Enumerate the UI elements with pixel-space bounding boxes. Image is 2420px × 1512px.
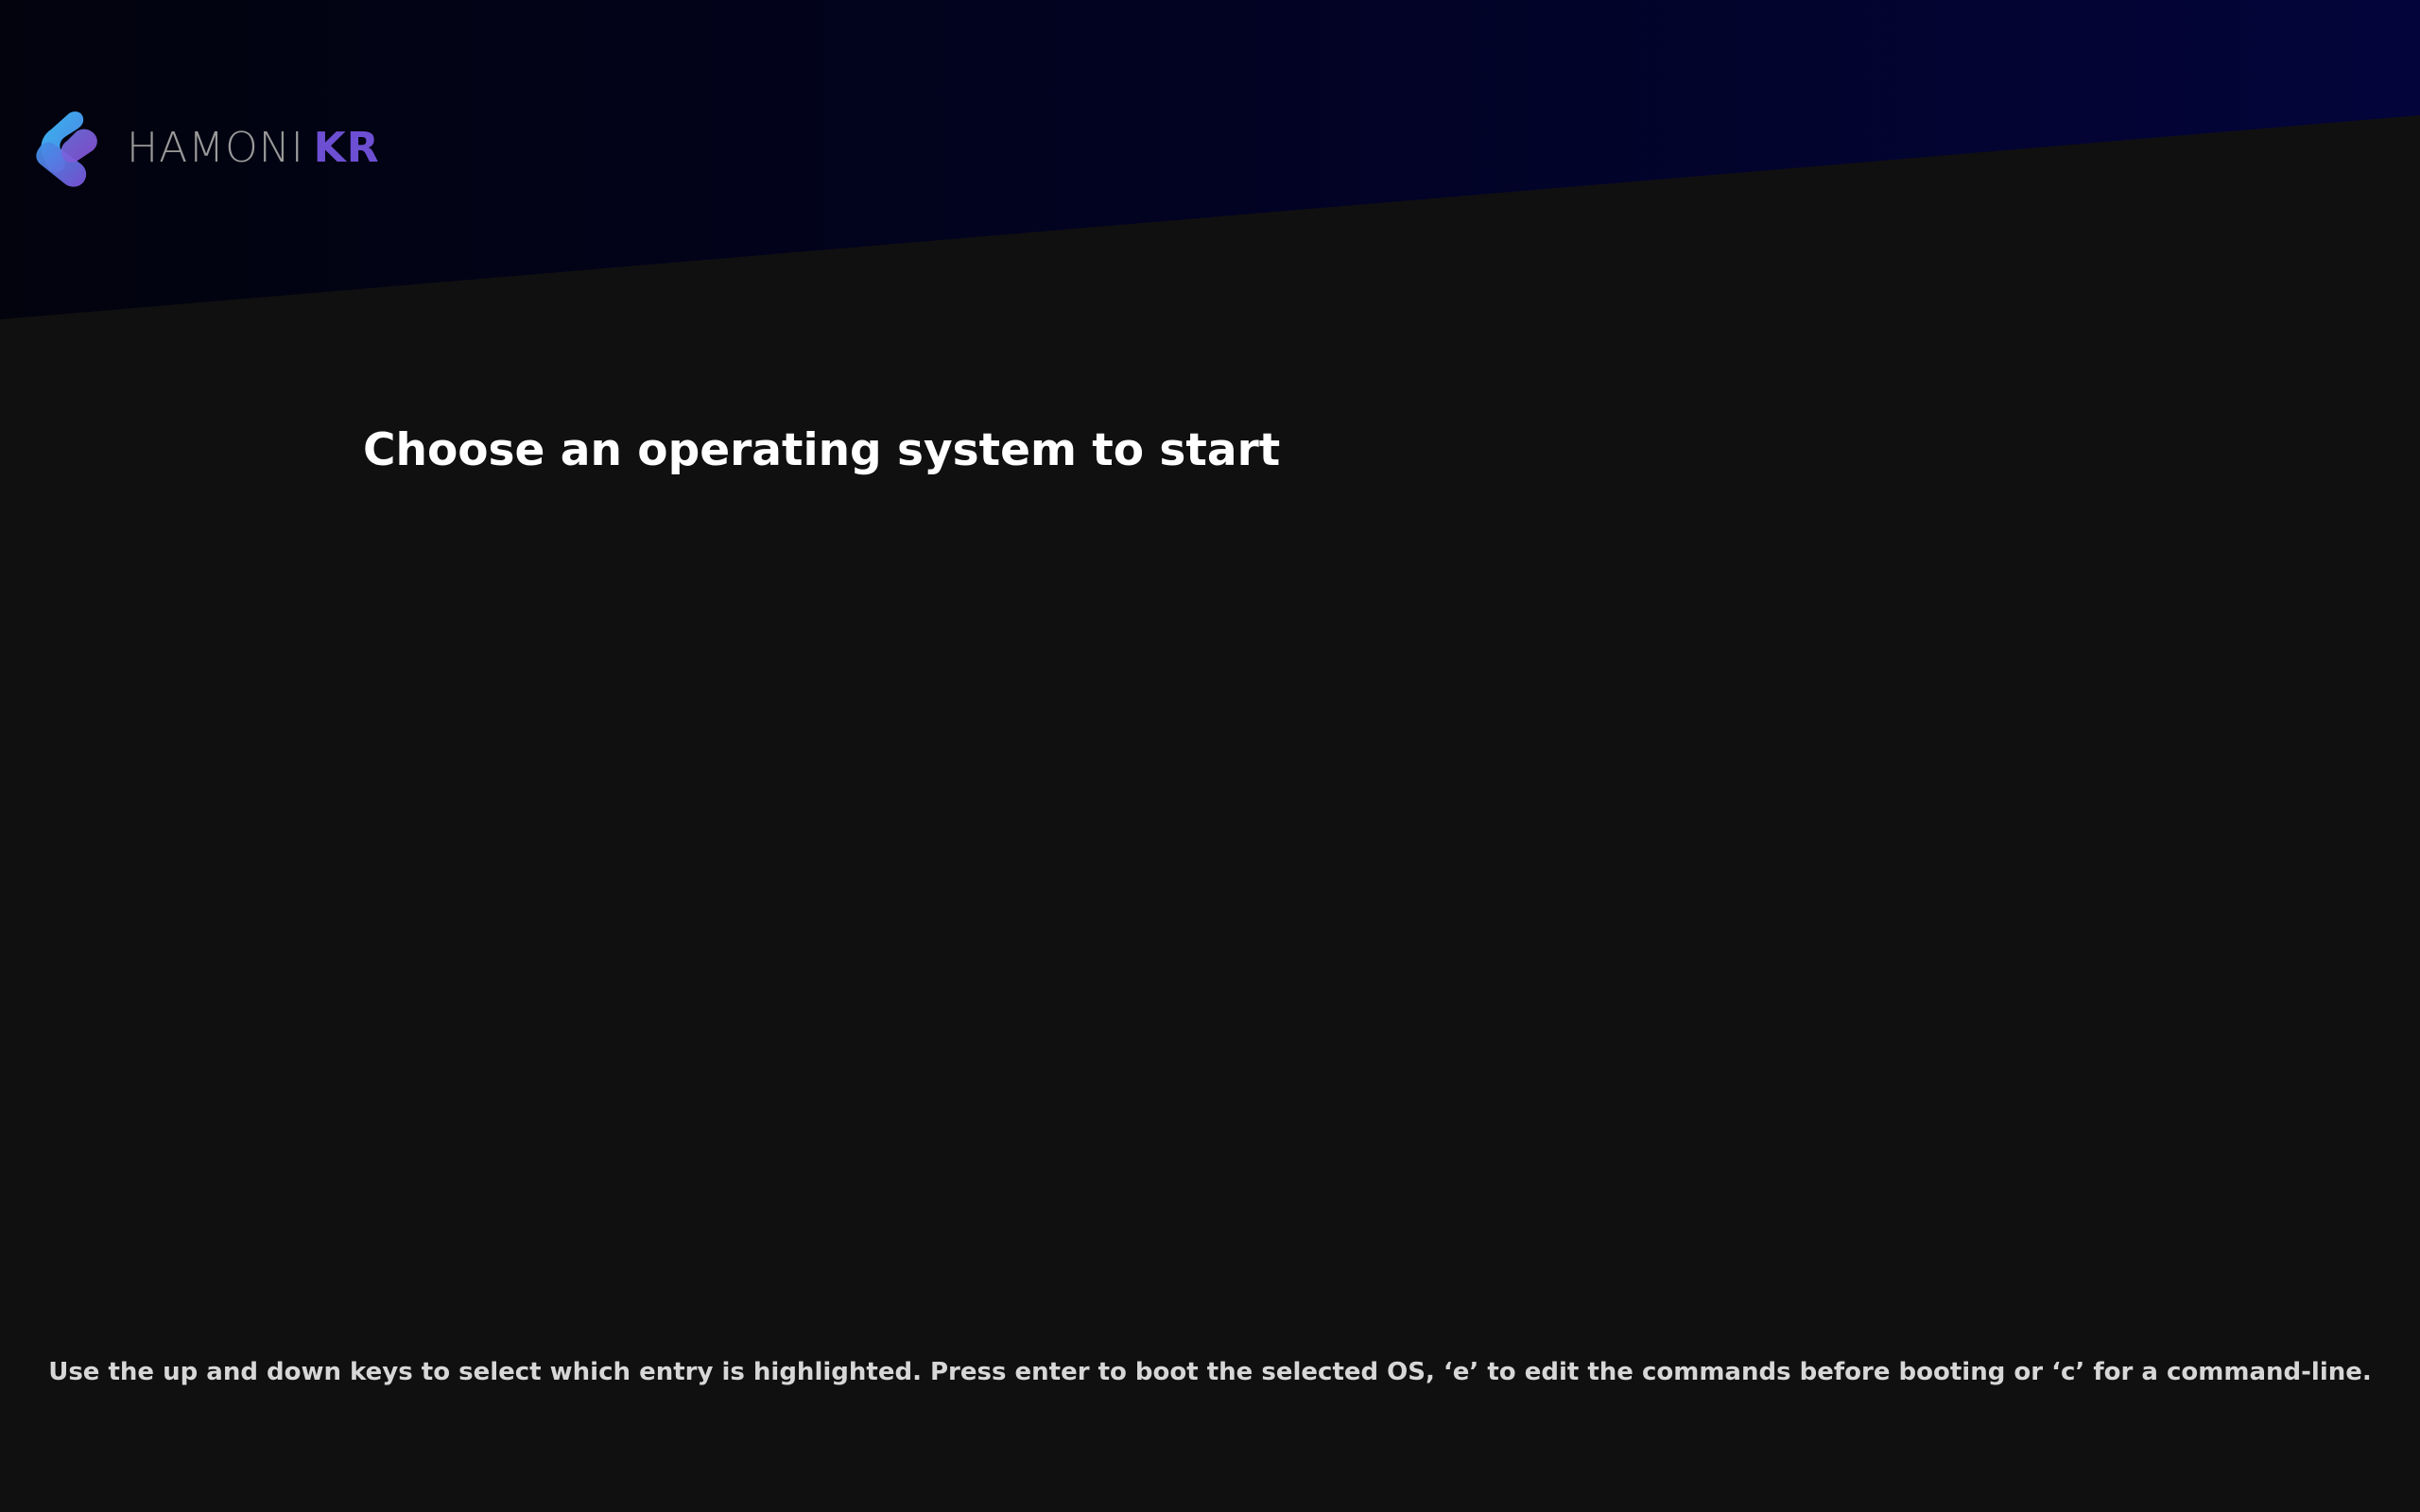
page-title: Choose an operating system to start: [363, 424, 1281, 476]
brand-accent-text: KR: [313, 124, 380, 172]
hamonikr-wordmark: HAMONI KR: [127, 128, 380, 169]
brand-main-text: HAMONI: [127, 124, 304, 172]
hamonikr-logo: HAMONI KR: [28, 106, 380, 191]
help-text: Use the up and down keys to select which…: [48, 1358, 2372, 1386]
hamonikr-logo-icon: [36, 111, 97, 187]
boot-entry-list[interactable]: [363, 510, 2057, 1285]
grub-boot-screen: HAMONI KR Choose an operating system to s…: [0, 0, 2420, 1512]
